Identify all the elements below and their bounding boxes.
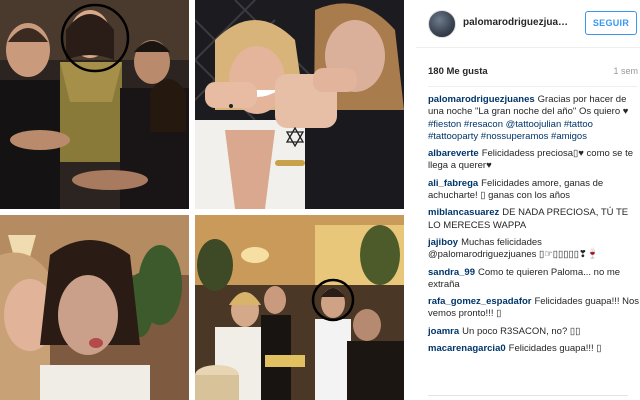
post-header: palomarodriguezjuanes SEGUIR [416, 0, 640, 48]
post-sidebar: palomarodriguezjuanes SEGUIR 180 Me gust… [416, 0, 640, 400]
comment-username[interactable]: miblancasuarez [428, 207, 499, 218]
comment-username[interactable]: jajiboy [428, 237, 458, 248]
caption-comment: palomarodriguezjuanes Gracias por hacer d… [428, 94, 640, 143]
comment-text: Felicidades guapa!!! ▯ [508, 343, 602, 355]
birthday-cake-photo [195, 215, 404, 400]
comment-item: ali_fabrega Felicidades amore, ganas de a… [428, 178, 640, 203]
comment-item: rafa_gomez_espadafor Felicidades guapa!!!… [428, 296, 640, 321]
comment-item: sandra_99 Como te quieren Paloma... no me… [428, 267, 640, 292]
comment-item: joamra Un poco R3SACON, no? ▯▯ [428, 326, 640, 338]
tattoo-wrists-photo [195, 0, 404, 209]
comment-username[interactable]: rafa_gomez_espadafor [428, 296, 531, 307]
profile-avatar[interactable] [428, 10, 456, 38]
comment-username[interactable]: ali_fabrega [428, 178, 478, 189]
post-author-username[interactable]: palomarodriguezjuanes [463, 17, 573, 28]
comment-username[interactable]: albareverte [428, 148, 479, 159]
selfie-kiss-photo [0, 215, 189, 400]
comment-item: albareverte Felicidadess preciosa▯♥ como … [428, 148, 640, 173]
post-time[interactable]: 1 sem [613, 66, 638, 76]
comment-item: macarenagarcia0 Felicidades guapa!!! ▯ [428, 343, 640, 355]
comment-item: jajiboy Muchas felicidades @palomarodrigu… [428, 237, 640, 262]
likes-count[interactable]: 180 Me gusta [428, 66, 488, 77]
caption-hashtags[interactable]: #fieston #resacon @tattoojulian #tattoo … [428, 119, 593, 142]
follow-button[interactable]: SEGUIR [585, 11, 637, 35]
divider [428, 86, 638, 87]
comment-username[interactable]: sandra_99 [428, 267, 475, 278]
comment-username[interactable]: joamra [428, 326, 459, 337]
comment-username[interactable]: macarenagarcia0 [428, 343, 506, 354]
comment-text: Un poco R3SACON, no? ▯▯ [462, 325, 581, 337]
party-group-photo [0, 0, 189, 209]
post-image-collage[interactable] [0, 0, 404, 400]
comment-item: miblancasuarez DE NADA PRECIOSA, TÚ TE LO… [428, 207, 640, 232]
bottom-divider [428, 395, 628, 396]
post-stats: 180 Me gusta 1 sem [428, 66, 638, 80]
comment-username[interactable]: palomarodriguezjuanes [428, 94, 535, 105]
comments-list: palomarodriguezjuanes Gracias por hacer d… [428, 94, 640, 360]
